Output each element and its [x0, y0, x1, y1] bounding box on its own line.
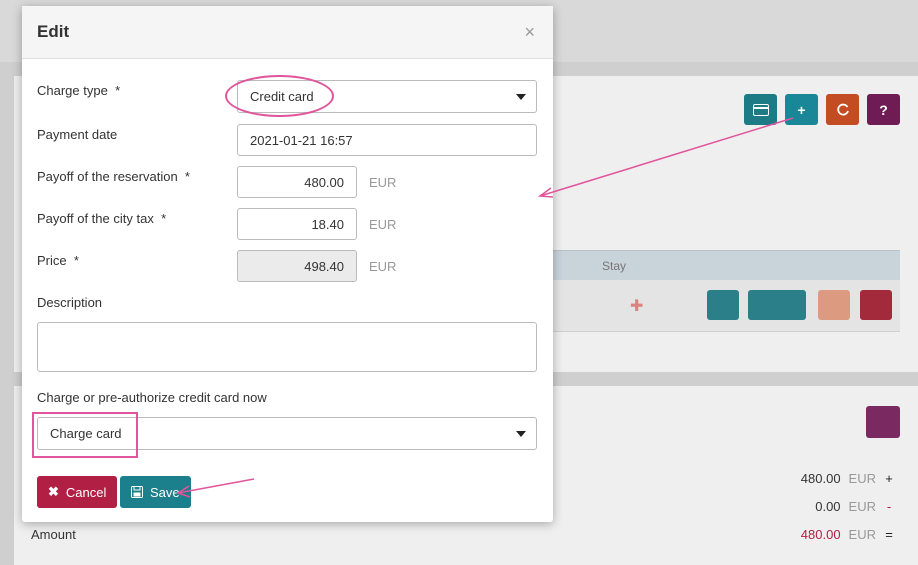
annotation-arrows: [176, 117, 794, 498]
